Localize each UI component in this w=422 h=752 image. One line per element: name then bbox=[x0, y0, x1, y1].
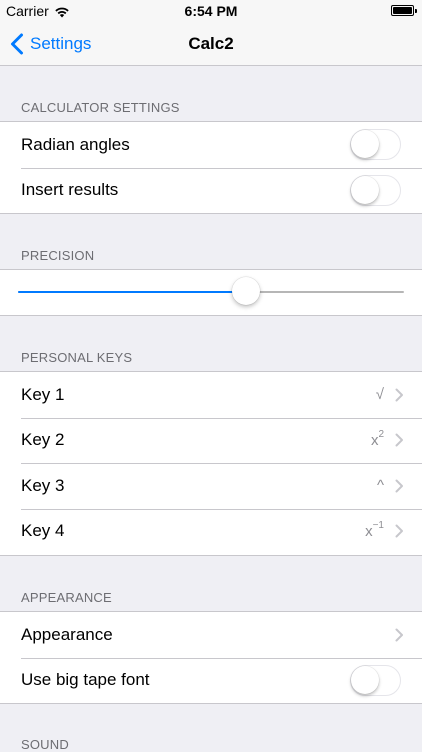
precision-group bbox=[0, 269, 422, 316]
row-appearance[interactable]: Appearance bbox=[0, 612, 422, 658]
navigation-bar: Settings Calc2 bbox=[0, 22, 422, 66]
back-button[interactable]: Settings bbox=[10, 22, 91, 66]
row-key-2[interactable]: Key 2 x2 bbox=[0, 417, 422, 464]
back-button-label: Settings bbox=[30, 34, 92, 53]
row-radian-angles: Radian angles bbox=[0, 122, 422, 168]
status-bar: Carrier 6:54 PM bbox=[0, 0, 422, 22]
section-header-calculator-settings: CALCULATOR SETTINGS bbox=[21, 100, 180, 115]
section-header-appearance: APPEARANCE bbox=[21, 590, 112, 605]
personal-keys-group: Key 1 √ Key 2 x2 Key 3 ^ Key 4 x−1 bbox=[0, 371, 422, 556]
key-1-value: √ bbox=[375, 386, 384, 404]
key-3-value: ^ bbox=[376, 477, 384, 495]
precision-slider-thumb[interactable] bbox=[231, 277, 260, 305]
calculator-settings-group: Radian angles Insert results bbox=[0, 121, 422, 214]
section-header-precision: PRECISION bbox=[21, 248, 95, 263]
precision-slider-fill bbox=[18, 291, 246, 293]
row-insert-results: Insert results bbox=[0, 167, 422, 214]
precision-slider[interactable] bbox=[0, 270, 422, 316]
insert-results-toggle[interactable] bbox=[350, 174, 401, 206]
big-tape-font-label: Use big tape font bbox=[21, 670, 150, 690]
chevron-left-icon bbox=[11, 33, 23, 55]
insert-results-label: Insert results bbox=[21, 180, 119, 200]
chevron-right-icon bbox=[395, 388, 403, 402]
row-key-1[interactable]: Key 1 √ bbox=[0, 372, 422, 418]
chevron-right-icon bbox=[395, 433, 403, 447]
key-4-label: Key 4 bbox=[21, 521, 65, 541]
chevron-right-icon bbox=[395, 628, 403, 642]
row-key-3[interactable]: Key 3 ^ bbox=[0, 463, 422, 509]
chevron-right-icon bbox=[395, 479, 403, 493]
key-3-label: Key 3 bbox=[21, 475, 65, 495]
status-time: 6:54 PM bbox=[184, 3, 238, 19]
key-4-value: x−1 bbox=[365, 519, 384, 540]
radian-angles-toggle[interactable] bbox=[350, 129, 401, 161]
row-big-tape-font: Use big tape font bbox=[0, 657, 422, 704]
big-tape-font-toggle[interactable] bbox=[350, 664, 401, 696]
radian-angles-label: Radian angles bbox=[21, 134, 130, 154]
section-header-personal-keys: PERSONAL KEYS bbox=[21, 350, 133, 365]
precision-slider-track[interactable] bbox=[18, 291, 404, 293]
key-1-label: Key 1 bbox=[21, 384, 65, 404]
battery-icon bbox=[391, 5, 417, 16]
row-key-4[interactable]: Key 4 x−1 bbox=[0, 508, 422, 555]
appearance-label: Appearance bbox=[21, 624, 113, 644]
appearance-group: Appearance Use big tape font bbox=[0, 611, 422, 704]
chevron-right-icon bbox=[395, 524, 403, 538]
key-2-label: Key 2 bbox=[21, 430, 65, 450]
key-2-value: x2 bbox=[370, 428, 384, 449]
